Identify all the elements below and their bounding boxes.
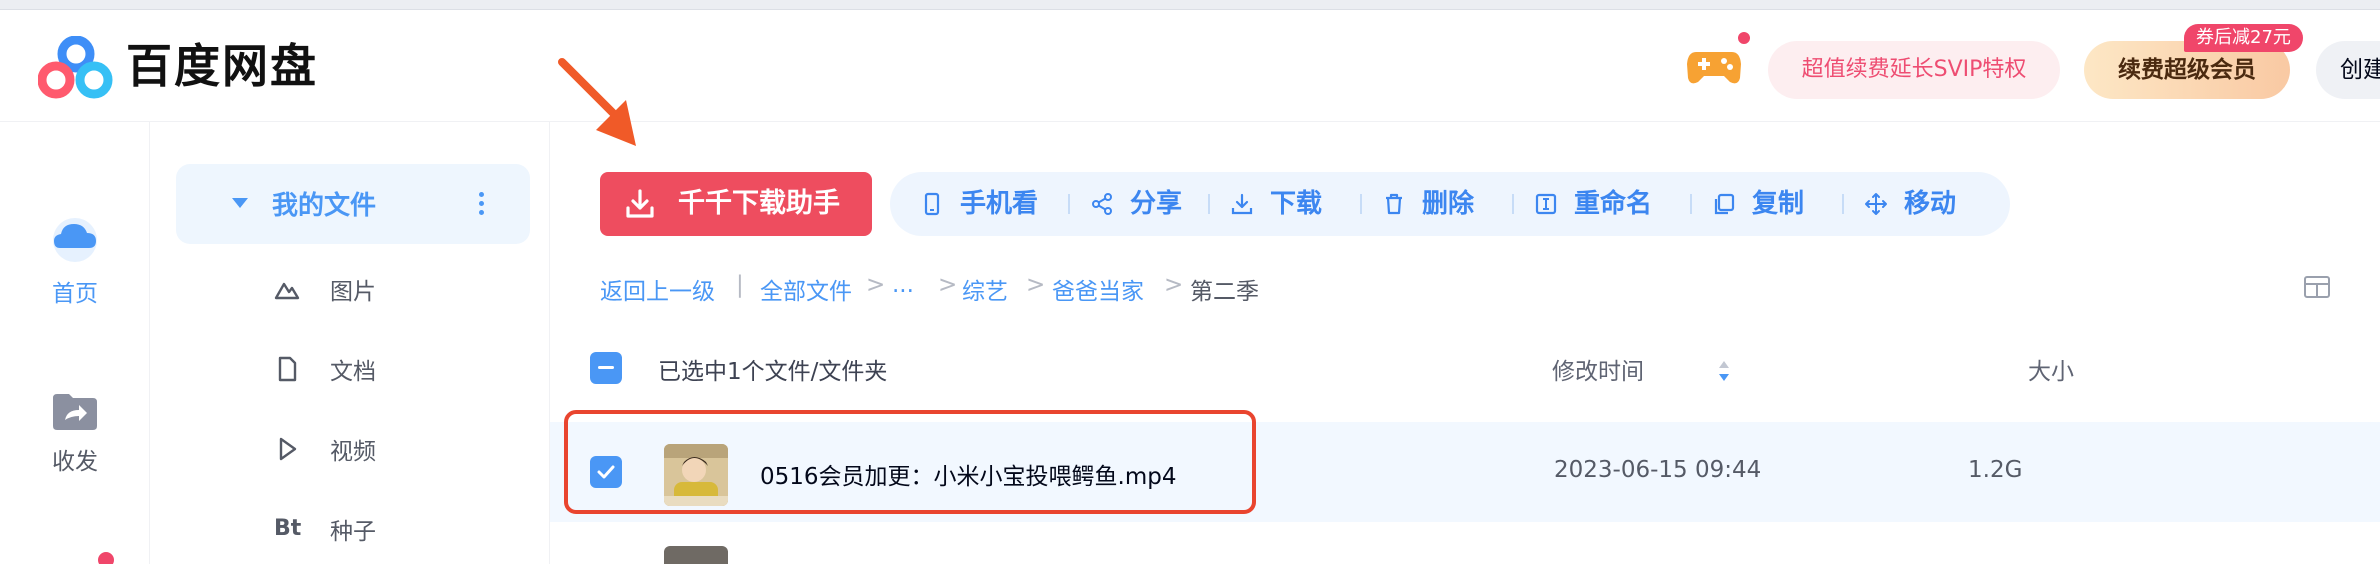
svip-promo-button[interactable]: 超值续费延长SVIP特权 <box>1768 41 2060 99</box>
rail-notification-dot <box>98 552 114 564</box>
sidebar-item-label: 文档 <box>330 359 376 385</box>
download-icon <box>626 189 654 218</box>
cloud-icon <box>53 218 97 262</box>
rail-label-home: 首页 <box>52 281 98 307</box>
file-modified: 2023-06-15 09:44 <box>1554 457 1762 483</box>
download-icon <box>1231 193 1253 215</box>
toolbar-divider <box>1690 194 1692 214</box>
annotation-arrow-icon <box>558 58 636 146</box>
breadcrumb-arrow: > <box>866 272 886 298</box>
left-rail: 首页 收发 <box>0 122 150 564</box>
phone-icon <box>924 192 940 216</box>
download-helper-label: 千千下载助手 <box>678 188 840 219</box>
breadcrumb-dad-home[interactable]: 爸爸当家 <box>1052 272 1144 306</box>
bt-icon: Bt <box>274 516 302 541</box>
sidebar-item-label: 视频 <box>330 439 376 465</box>
action-label: 移动 <box>1904 189 1957 219</box>
action-label: 手机看 <box>960 189 1039 219</box>
baidu-netdisk-logo <box>38 36 113 99</box>
game-controller-icon[interactable] <box>1686 42 1742 88</box>
folder-share-icon <box>53 394 97 430</box>
table-header: 已选中1个文件/文件夹 修改时间 大小 <box>590 340 2380 396</box>
coupon-badge: 券后减27元 <box>2184 24 2303 52</box>
download-helper-button[interactable]: 千千下载助手 <box>600 172 872 236</box>
document-icon <box>278 356 297 382</box>
move-icon <box>1865 193 1887 215</box>
more-vertical-icon[interactable] <box>476 188 486 220</box>
sidebar-item-label: 种子 <box>330 519 376 545</box>
file-actions-toolbar: 手机看 分享 下载 删除 重命名 复制 移动 <box>890 172 2010 236</box>
rename-icon <box>1535 193 1557 215</box>
breadcrumb-variety[interactable]: 综艺 <box>962 272 1008 306</box>
trash-icon <box>1386 193 1402 215</box>
sidebar-item-label: 图片 <box>330 279 376 305</box>
toolbar-divider <box>1512 194 1514 214</box>
file-size: 1.2G <box>1968 457 2023 483</box>
grid-view-icon[interactable] <box>2304 276 2330 298</box>
brand-name: 百度网盘 <box>126 39 318 93</box>
sort-icon[interactable] <box>1718 360 1730 382</box>
action-label: 下载 <box>1270 189 1323 219</box>
browser-top-strip <box>0 0 2380 10</box>
toolbar-divider <box>1068 194 1070 214</box>
toolbar-divider <box>1208 194 1210 214</box>
selection-count: 已选中1个文件/文件夹 <box>658 359 888 385</box>
caret-down-icon[interactable] <box>232 198 248 208</box>
app-header: 百度网盘 超值续费延长SVIP特权 续费超级会员 券后减27元 创建 <box>0 10 2380 122</box>
action-label: 删除 <box>1422 189 1475 219</box>
play-icon <box>279 437 297 461</box>
toolbar-divider <box>1360 194 1362 214</box>
select-all-checkbox[interactable] <box>590 352 622 384</box>
breadcrumb-current: 第二季 <box>1190 279 1259 305</box>
next-row-thumbnail <box>664 546 728 564</box>
rail-label-transfer: 收发 <box>52 449 98 475</box>
copy-icon <box>1714 193 1735 215</box>
share-icon <box>1092 193 1112 215</box>
action-label: 复制 <box>1752 189 1805 219</box>
rail-item-transfer[interactable]: 收发 <box>0 392 150 476</box>
breadcrumb-arrow: > <box>1026 272 1046 298</box>
breadcrumb-all-files[interactable]: 全部文件 <box>760 272 852 306</box>
toolbar-divider <box>1842 194 1844 214</box>
breadcrumb-back[interactable]: 返回上一级 <box>600 272 715 306</box>
sidebar-item-label: 我的文件 <box>272 191 377 221</box>
action-label: 分享 <box>1130 189 1183 219</box>
notification-dot <box>1736 30 1752 46</box>
breadcrumb-arrow: > <box>1164 272 1184 298</box>
rail-item-home[interactable]: 首页 <box>0 214 150 308</box>
create-button[interactable]: 创建 <box>2316 41 2380 99</box>
breadcrumb-ellipsis[interactable]: ... <box>892 272 914 298</box>
breadcrumb-arrow: > <box>938 272 958 298</box>
selected-row-highlight <box>564 410 1256 514</box>
mountain-icon <box>274 282 300 300</box>
column-modified[interactable]: 修改时间 <box>1552 352 1644 386</box>
breadcrumb-separator: | <box>736 272 744 298</box>
column-size[interactable]: 大小 <box>2028 352 2074 386</box>
sidebar: 我的文件 图片 文档 视频 Bt 种子 <box>150 122 550 564</box>
action-label: 重命名 <box>1574 189 1653 219</box>
sidebar-item-my-files[interactable]: 我的文件 <box>176 164 530 244</box>
